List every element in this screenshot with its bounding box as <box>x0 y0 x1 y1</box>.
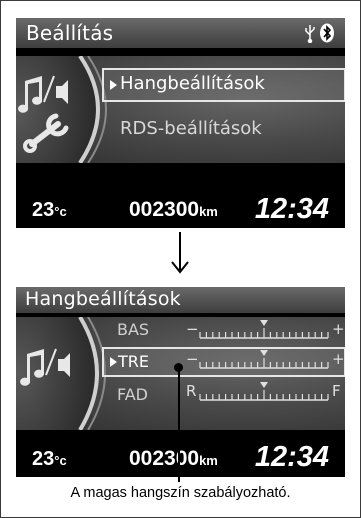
slider-marker-icon[interactable] <box>260 320 268 326</box>
bass-level-slider[interactable]: − + <box>186 319 344 341</box>
slider-min-label: − <box>186 320 199 338</box>
callout-line <box>178 367 180 482</box>
info-bar: 23°c 002300km 12:34 <box>16 190 345 228</box>
odometer-readout: 002300km <box>129 447 218 471</box>
row-label: FAD <box>117 385 148 404</box>
title-bar: Beállítás <box>16 18 345 48</box>
temperature-unit: °c <box>54 204 67 219</box>
selection-pointer-icon <box>110 80 117 90</box>
slider-marker-icon[interactable] <box>260 382 268 388</box>
fader-level-slider[interactable]: RF <box>186 381 344 403</box>
screen-title: Hangbeállítások <box>25 288 181 310</box>
odometer-unit: km <box>199 453 218 468</box>
bluetooth-icon <box>320 23 334 43</box>
temperature-readout: 23°c <box>32 199 67 222</box>
temperature-unit: °c <box>54 453 67 468</box>
menu-item-label: RDS-beállítások <box>120 118 262 139</box>
down-arrow-icon <box>171 232 189 274</box>
slider-max-label: F <box>332 382 341 400</box>
slider-max-label: + <box>332 350 344 368</box>
temperature-value: 23 <box>32 448 55 470</box>
treble-level-slider[interactable]: − + <box>186 349 344 371</box>
slider-min-label: R <box>186 382 196 400</box>
slider-marker-icon[interactable] <box>260 350 268 356</box>
temperature-readout: 23°c <box>32 448 67 471</box>
odometer-unit: km <box>199 204 218 219</box>
odometer-readout: 002300km <box>129 198 218 222</box>
odometer-value: 002300 <box>129 198 200 221</box>
status-icons <box>305 23 334 43</box>
menu-item-label: Hangbeállítások <box>120 73 265 94</box>
clock: 12:34 <box>254 193 329 225</box>
title-bar: Hangbeállítások <box>16 287 345 313</box>
audio-settings-icon <box>16 317 106 430</box>
row-label: TRE <box>118 352 149 371</box>
slider-min-label: − <box>186 350 199 368</box>
sound-adjust-area: BAS − + TRE − + FAD RF <box>16 317 345 430</box>
selection-pointer-icon <box>110 357 117 367</box>
menu-item-sound-settings[interactable]: Hangbeállítások <box>102 68 345 102</box>
odometer-value: 002300 <box>129 447 200 470</box>
sound-settings-screen: Hangbeállítások BAS − + TRE − + FAD R F … <box>16 287 345 477</box>
screen-title: Beállítás <box>26 21 114 45</box>
menu-item-rds-settings[interactable]: RDS-beállítások <box>120 118 262 139</box>
info-bar: 23°c 002300km 12:34 <box>16 437 345 477</box>
temperature-value: 23 <box>32 199 55 221</box>
slider-max-label: + <box>332 320 344 338</box>
caption: A magas hangszín szabályozható. <box>70 485 291 501</box>
clock: 12:34 <box>254 441 329 473</box>
usb-icon <box>305 25 315 43</box>
settings-screen: Beállítás Hangbeállítások RDS-beállításo… <box>16 18 345 228</box>
menu-area: Hangbeállítások RDS-beállítások <box>16 56 345 163</box>
row-label: BAS <box>117 320 150 339</box>
